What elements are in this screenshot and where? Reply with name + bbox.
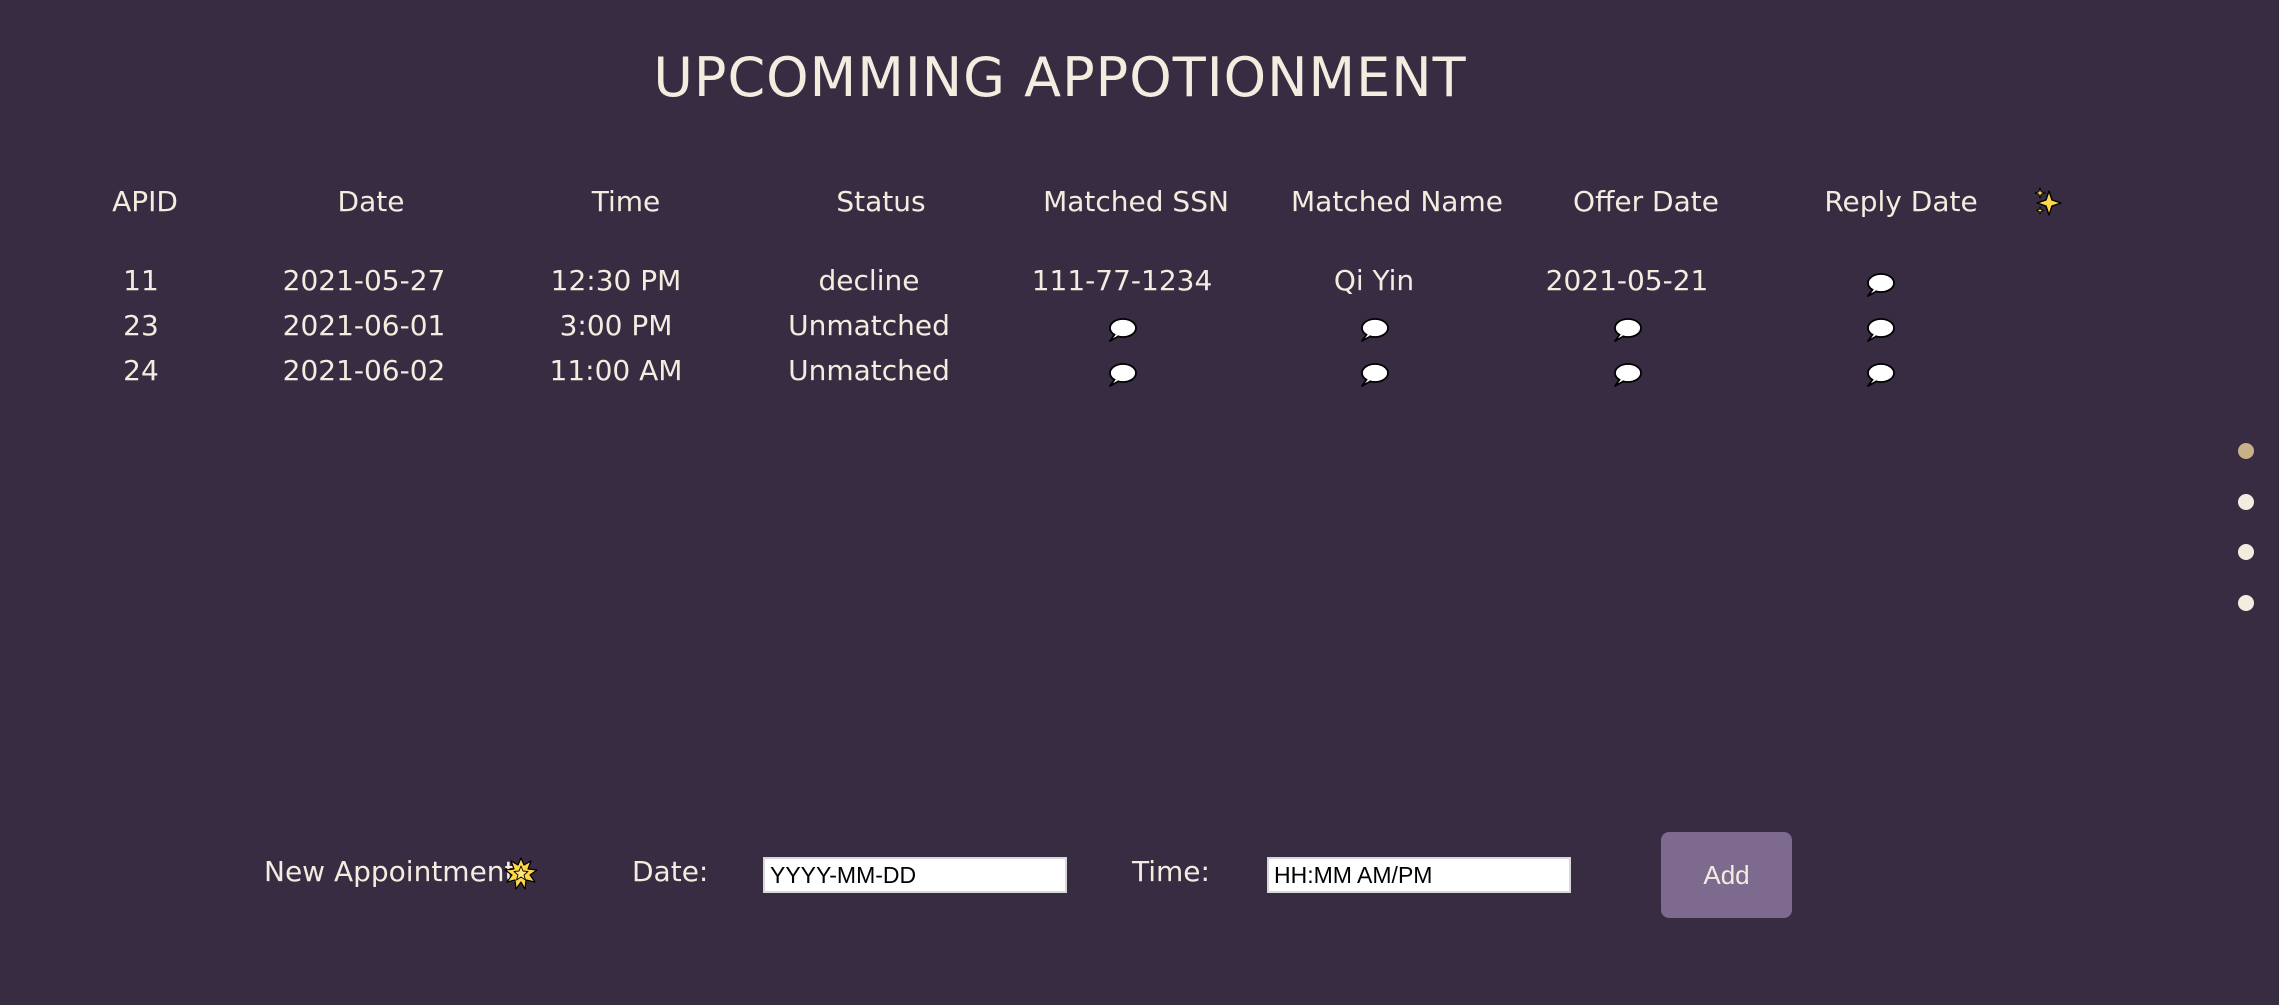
table-row: 23 2021-06-01 3:00 PM Unmatched xyxy=(0,309,2279,349)
cell-apid: 11 xyxy=(123,264,159,297)
cell-apid: 24 xyxy=(123,354,159,387)
cell-time: 3:00 PM xyxy=(559,309,673,342)
sparkles-icon xyxy=(2034,187,2062,216)
cell-offer-date: 2021-05-21 xyxy=(1545,264,1709,297)
cell-time: 11:00 AM xyxy=(549,354,683,387)
column-header-time: Time xyxy=(591,185,661,218)
page-dot-1[interactable] xyxy=(2238,443,2254,459)
date-label: Date: xyxy=(632,855,709,888)
column-header-reply-date: Reply Date xyxy=(1824,185,1978,218)
time-input[interactable] xyxy=(1267,857,1571,893)
new-appointment-label: New Appointment xyxy=(264,855,516,888)
column-header-apid: APID xyxy=(112,185,178,218)
column-header-date: Date xyxy=(337,185,405,218)
cell-matched-name: Qi Yin xyxy=(1333,264,1415,297)
cell-date: 2021-06-01 xyxy=(282,309,446,342)
column-header-matched-name: Matched Name xyxy=(1291,185,1503,218)
date-input[interactable] xyxy=(763,857,1067,893)
speech-balloon-icon xyxy=(1867,363,1895,387)
page-dot-3[interactable] xyxy=(2238,544,2254,560)
column-header-status: Status xyxy=(836,185,926,218)
add-button[interactable]: Add xyxy=(1661,832,1792,918)
speech-balloon-icon xyxy=(1867,273,1895,297)
page-dot-2[interactable] xyxy=(2238,494,2254,510)
cell-status: Unmatched xyxy=(788,354,950,387)
cell-date: 2021-05-27 xyxy=(282,264,446,297)
speech-balloon-icon xyxy=(1867,318,1895,342)
cell-apid: 23 xyxy=(123,309,159,342)
speech-balloon-icon xyxy=(1361,363,1389,387)
table-row: 11 2021-05-27 12:30 PM decline 111-77-12… xyxy=(0,264,2279,304)
speech-balloon-icon xyxy=(1614,318,1642,342)
table-header: APID Date Time Status Matched SSN Matche… xyxy=(0,185,2279,221)
cell-time: 12:30 PM xyxy=(550,264,682,297)
glowing-star-icon xyxy=(504,857,538,890)
speech-balloon-icon xyxy=(1361,318,1389,342)
speech-balloon-icon xyxy=(1109,318,1137,342)
column-header-matched-ssn: Matched SSN xyxy=(1043,185,1229,218)
cell-status: decline xyxy=(818,264,920,297)
cell-matched-ssn: 111-77-1234 xyxy=(1031,264,1213,297)
cell-date: 2021-06-02 xyxy=(282,354,446,387)
time-label: Time: xyxy=(1132,855,1210,888)
page-title: UPCOMMING APPOTIONMENT xyxy=(653,46,1467,109)
table-row: 24 2021-06-02 11:00 AM Unmatched xyxy=(0,354,2279,394)
column-header-offer-date: Offer Date xyxy=(1573,185,1719,218)
speech-balloon-icon xyxy=(1614,363,1642,387)
page-dot-4[interactable] xyxy=(2238,595,2254,611)
speech-balloon-icon xyxy=(1109,363,1137,387)
cell-status: Unmatched xyxy=(788,309,950,342)
